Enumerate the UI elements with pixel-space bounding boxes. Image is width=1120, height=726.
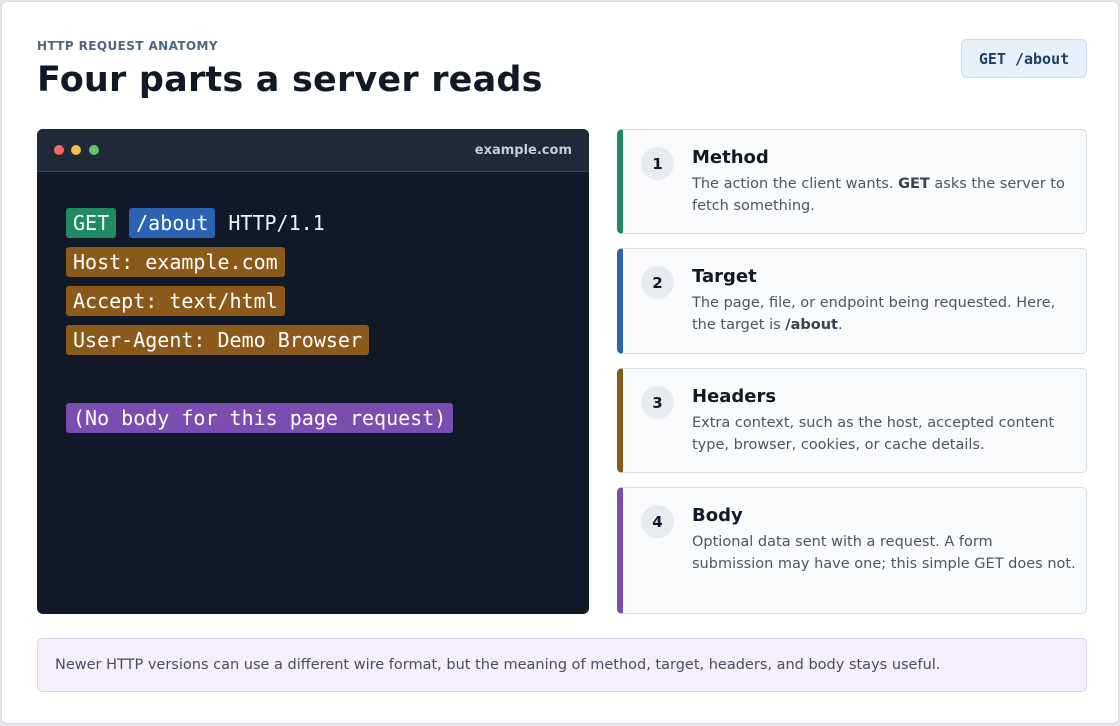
header-line: User-Agent: Demo Browser	[66, 320, 453, 359]
part-title: Target	[692, 266, 757, 287]
page-title: Four parts a server reads	[37, 60, 543, 100]
part-number: 4	[641, 505, 674, 538]
part-description: Extra context, such as the host, accepte…	[692, 415, 1055, 453]
part-number: 1	[641, 147, 674, 180]
header-chip-host: Host: example.com	[66, 246, 285, 277]
header-line: Host: example.com	[66, 242, 453, 281]
target-chip: /about	[129, 207, 216, 238]
terminal-titlebar: example.com	[37, 129, 589, 172]
part-card-body: 4 Body Optional data sent with a request…	[617, 487, 1087, 614]
part-description: The page, file, or endpoint being reques…	[692, 295, 1056, 333]
method-chip: GET	[66, 207, 117, 238]
part-number: 2	[641, 266, 674, 299]
part-description: Optional data sent with a request. A for…	[692, 534, 1076, 572]
header-chip-user-agent: User-Agent: Demo Browser	[66, 324, 369, 355]
body-line: (No body for this page request)	[66, 398, 454, 437]
header-line: Accept: text/html	[66, 281, 453, 320]
part-title: Method	[692, 147, 769, 168]
part-number: 3	[641, 386, 674, 419]
part-title: Body	[692, 505, 743, 526]
part-card-method: 1 Method The action the client wants. GE…	[617, 129, 1087, 234]
request-line: GET /about HTTP/1.1	[66, 203, 453, 242]
maximize-dot-icon	[89, 145, 99, 155]
request-code: GET /about HTTP/1.1 Host: example.com Ac…	[66, 203, 454, 437]
terminal-window: example.com GET /about HTTP/1.1 Host: ex…	[37, 129, 589, 614]
minimize-dot-icon	[71, 145, 81, 155]
header-chip-accept: Accept: text/html	[66, 285, 285, 316]
eyebrow-label: HTTP REQUEST ANATOMY	[37, 39, 218, 53]
http-version: HTTP/1.1	[228, 210, 325, 235]
part-card-headers: 3 Headers Extra context, such as the hos…	[617, 368, 1087, 473]
terminal-host: example.com	[474, 143, 572, 158]
request-badge: GET /about	[961, 39, 1087, 78]
part-card-target: 2 Target The page, file, or endpoint bei…	[617, 248, 1087, 354]
part-title: Headers	[692, 386, 777, 407]
part-description: The action the client wants. GET asks th…	[692, 176, 1065, 214]
footnote: Newer HTTP versions can use a different …	[37, 638, 1087, 692]
close-dot-icon	[54, 145, 64, 155]
diagram-frame: HTTP REQUEST ANATOMY Four parts a server…	[1, 1, 1119, 724]
body-chip: (No body for this page request)	[66, 402, 454, 433]
